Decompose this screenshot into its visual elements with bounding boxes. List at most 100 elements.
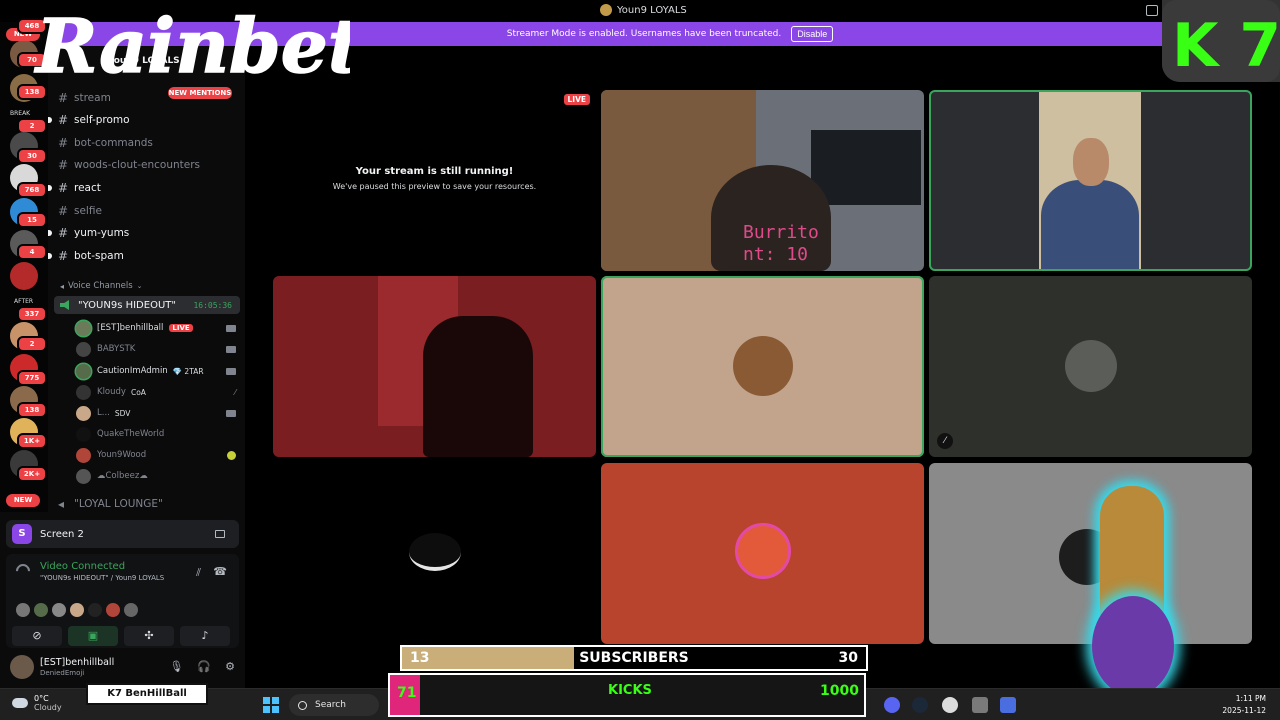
- channel-bot-spam[interactable]: # bot-spam: [48, 246, 245, 266]
- avatar: [76, 320, 91, 336]
- rainbet-logo: Rainbet: [33, 3, 350, 90]
- camera-icon: [226, 409, 236, 417]
- voice-user[interactable]: CautionImAdmin 💎 2TAR: [76, 361, 236, 381]
- voice-connection-status: Video Connected "YOUN9s HIDEOUT" / Youn9…: [6, 554, 239, 648]
- status-icon: [227, 450, 236, 460]
- voice-user[interactable]: BABYSTK: [76, 339, 236, 359]
- voice-channel-hideout[interactable]: "YOUN9s HIDEOUT" 16:05:36: [54, 296, 240, 314]
- voice-channel-lounge[interactable]: ◂ "LOYAL LOUNGE": [48, 494, 245, 512]
- hash-icon: #: [58, 113, 69, 127]
- channel-yum-yums[interactable]: # yum-yums: [48, 223, 245, 243]
- k7-tag-overlay: K7 BenHillBall: [86, 683, 208, 705]
- mention-badge: 768: [17, 182, 47, 198]
- soundboard-button[interactable]: ♪: [180, 626, 230, 646]
- subscriber-goal: 30: [838, 650, 858, 666]
- chevron-down-icon: ⌄: [136, 282, 143, 290]
- screen-share-label: Screen 2: [40, 528, 84, 540]
- stream-tile-self[interactable]: Your stream is still running! We've paus…: [273, 90, 596, 271]
- stop-stream-button[interactable]: ▣: [68, 626, 118, 646]
- muted-icon: ⁄: [234, 387, 236, 397]
- vc-status-location[interactable]: "YOUN9s HIDEOUT" / Youn9 LOYALS: [40, 574, 164, 582]
- server-icon[interactable]: [10, 262, 38, 290]
- search-icon: [298, 700, 307, 710]
- unread-dot: [48, 230, 52, 236]
- voice-user[interactable]: Youn9Wood: [76, 445, 236, 465]
- k7-logo: K 7: [1162, 0, 1280, 82]
- channel-woods-clout-encounters[interactable]: # woods-clout-encounters: [48, 155, 245, 175]
- webcam-overlay-text: Burrito nt: 10: [743, 222, 819, 265]
- avatar: [106, 603, 120, 617]
- taskbar-search[interactable]: Search: [289, 694, 379, 716]
- voice-category[interactable]: ◂ Voice Channels ⌄: [60, 281, 143, 291]
- activities-button[interactable]: ✣: [124, 626, 174, 646]
- windows-start-button[interactable]: [263, 697, 279, 713]
- kicks-label: KICKS: [608, 683, 652, 698]
- channel-bot-commands[interactable]: # bot-commands: [48, 133, 245, 153]
- voice-user[interactable]: QuakeTheWorld: [76, 424, 236, 444]
- avatar: [76, 341, 91, 357]
- channel-react[interactable]: # react: [48, 178, 245, 198]
- hash-icon: #: [58, 181, 69, 195]
- server-logo-icon: [600, 4, 612, 16]
- video-tile-webcam-speaking[interactable]: [929, 90, 1252, 271]
- avatar-tile-orange[interactable]: [601, 463, 924, 644]
- user-tag: SDV: [114, 408, 131, 418]
- video-tile-red-room[interactable]: [273, 276, 596, 457]
- voice-user[interactable]: L... SDV: [76, 403, 236, 423]
- meta-icon[interactable]: [1000, 697, 1016, 713]
- unread-dot: [48, 185, 52, 191]
- disconnect-icon[interactable]: ☎: [213, 565, 227, 578]
- channel-label: bot-spam: [74, 250, 124, 262]
- vc-status-title[interactable]: Video Connected: [40, 561, 125, 572]
- screen-share-source[interactable]: S Screen 2: [6, 520, 239, 548]
- obs-icon[interactable]: [942, 697, 958, 713]
- hash-icon: #: [58, 249, 69, 263]
- system-clock[interactable]: 1:11 PM 2025-11-12: [1222, 693, 1266, 717]
- svg-text:Rainbet: Rainbet: [34, 4, 350, 90]
- current-user[interactable]: [EST]benhillball DeniedEmoji 🎙 🎧 ⚙: [6, 652, 239, 682]
- avatar-tile-muted[interactable]: ⁄: [929, 276, 1252, 457]
- user-tag: CoA: [130, 387, 146, 397]
- new-mentions-pill[interactable]: NEW MENTIONS: [168, 87, 232, 99]
- voice-user[interactable]: Kloudy CoA ⁄: [76, 382, 236, 402]
- kicks-goal: 1000: [820, 683, 859, 699]
- video-tile-webcam[interactable]: Burrito nt: 10: [601, 90, 924, 271]
- speaker-icon: ◂: [60, 281, 65, 291]
- channel-self-promo[interactable]: # self-promo: [48, 110, 245, 130]
- channel-selfie[interactable]: # selfie: [48, 201, 245, 221]
- screen-source-icon: S: [12, 524, 32, 544]
- user-tag: 💎 2TAR: [172, 366, 204, 376]
- settings-icon[interactable]: [972, 697, 988, 713]
- new-badge: NEW: [6, 494, 40, 507]
- streamer-character-overlay: [1088, 486, 1178, 706]
- microphone-icon[interactable]: 🎙: [169, 660, 183, 673]
- subscriber-label: SUBSCRIBERS: [579, 650, 689, 666]
- mention-badge: 2K+: [17, 466, 47, 482]
- avatar-tile-black[interactable]: [273, 463, 596, 644]
- disable-streamer-mode-button[interactable]: Disable: [791, 26, 834, 42]
- webcam-window: [811, 130, 921, 205]
- noise-suppression-icon[interactable]: ⫽: [196, 566, 201, 580]
- voice-channel-label: "YOUN9s HIDEOUT": [78, 299, 176, 311]
- speaker-icon: [60, 300, 69, 310]
- camera-off-button[interactable]: ⊘: [12, 626, 62, 646]
- popout-icon[interactable]: [215, 530, 225, 538]
- mention-badge: 138: [17, 402, 47, 418]
- voice-user[interactable]: [EST]benhillball LIVE: [76, 318, 236, 338]
- voice-user[interactable]: ☁Colbeez☁: [76, 466, 236, 486]
- paused-subtitle: We've paused this preview to save your r…: [332, 182, 537, 191]
- channel-label: stream: [74, 92, 111, 104]
- gear-icon[interactable]: ⚙: [225, 660, 235, 673]
- avatar-tile-speaking[interactable]: [601, 276, 924, 457]
- weather-widget[interactable]: 0°C Cloudy: [12, 694, 62, 712]
- inbox-icon[interactable]: [1146, 5, 1158, 16]
- headphones-icon[interactable]: 🎧: [197, 660, 211, 673]
- avatar: [52, 603, 66, 617]
- mention-badge: 15: [17, 212, 47, 228]
- avatar: [735, 523, 791, 579]
- hash-icon: #: [58, 158, 69, 172]
- discord-icon[interactable]: [884, 697, 900, 713]
- steam-icon[interactable]: [912, 697, 928, 713]
- cloud-icon: [12, 698, 28, 708]
- speaker-icon: ◂: [58, 497, 65, 511]
